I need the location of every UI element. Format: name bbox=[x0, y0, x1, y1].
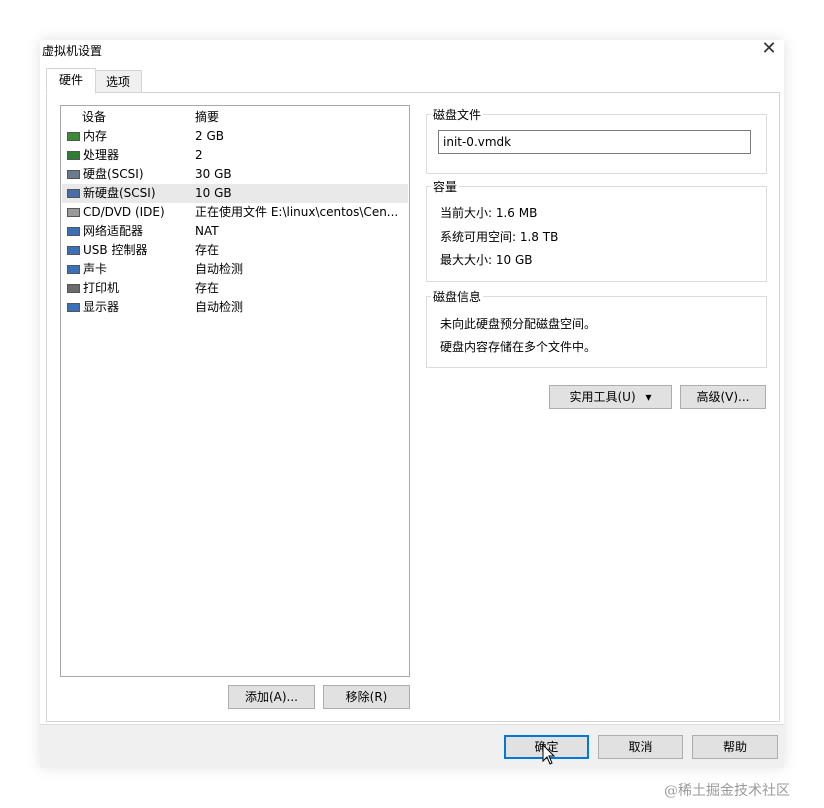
utilities-label: 实用工具(U) bbox=[569, 390, 636, 404]
sound-card-icon bbox=[67, 265, 80, 274]
max-size-text: 最大大小: 10 GB bbox=[440, 253, 533, 267]
device-summary: 2 bbox=[195, 148, 203, 162]
device-summary: 自动检测 bbox=[195, 262, 244, 276]
disk-file-label: 磁盘文件 bbox=[431, 106, 484, 123]
advanced-button[interactable]: 高级(V)... bbox=[680, 385, 766, 409]
device-row[interactable]: CD/DVD (IDE) 正在使用文件 E:\linux\centos\Cen..… bbox=[62, 203, 408, 222]
column-header-summary[interactable]: 摘要 bbox=[195, 108, 219, 126]
capacity-label: 容量 bbox=[431, 178, 460, 195]
usb-icon bbox=[67, 246, 80, 255]
device-name: USB 控制器 bbox=[83, 243, 148, 257]
processor-icon bbox=[67, 151, 80, 160]
device-summary: 10 GB bbox=[195, 186, 232, 200]
close-icon[interactable]: ✕ bbox=[756, 38, 782, 60]
watermark-text: @稀土掘金技术社区 bbox=[664, 783, 790, 799]
tab-options[interactable]: 选项 bbox=[94, 70, 142, 94]
memory-icon bbox=[67, 132, 80, 141]
current-size-text: 当前大小: 1.6 MB bbox=[440, 206, 538, 220]
disk-info-line-1: 未向此硬盘预分配磁盘空间。 bbox=[440, 317, 597, 331]
printer-icon bbox=[67, 284, 80, 293]
device-summary: 正在使用文件 E:\linux\centos\Cen... bbox=[195, 205, 399, 219]
disk-info-label: 磁盘信息 bbox=[431, 288, 484, 305]
device-summary: 自动检测 bbox=[195, 300, 244, 314]
disk-info-group: 磁盘信息 bbox=[426, 288, 767, 368]
device-name: 新硬盘(SCSI) bbox=[83, 186, 156, 200]
device-list[interactable]: 设备 摘要 内存 2 GB 处理器 2 硬盘(SCSI) 30 GB 新硬盘(SCSI) 10… bbox=[60, 105, 410, 677]
device-summary: 2 GB bbox=[195, 129, 224, 143]
device-summary: 存在 bbox=[195, 243, 220, 257]
disk-file-input[interactable]: init-0.vmdk bbox=[438, 130, 751, 154]
utilities-dropdown-button[interactable]: 实用工具(U) ▾ bbox=[549, 385, 672, 409]
device-name: 硬盘(SCSI) bbox=[83, 167, 144, 181]
disk-info-line-2: 硬盘内容存储在多个文件中。 bbox=[440, 340, 597, 354]
device-row[interactable]: USB 控制器 存在 bbox=[62, 241, 408, 260]
device-name: CD/DVD (IDE) bbox=[83, 205, 165, 219]
title-bar: 虚拟机设置 ✕ bbox=[40, 38, 784, 62]
device-row[interactable]: 显示器 自动检测 bbox=[62, 298, 408, 317]
device-row[interactable]: 处理器 2 bbox=[62, 146, 408, 165]
tab-hardware[interactable]: 硬件 bbox=[46, 68, 96, 94]
device-summary: 存在 bbox=[195, 281, 220, 295]
vm-settings-dialog: 虚拟机设置 ✕ 硬件 选项 设备 摘要 内存 2 GB 处理器 2 硬盘(SCSI) 30… bbox=[40, 38, 784, 768]
device-name: 处理器 bbox=[83, 148, 120, 162]
hard-disk-icon bbox=[67, 189, 80, 198]
column-header-device[interactable]: 设备 bbox=[82, 108, 106, 126]
network-adapter-icon bbox=[67, 227, 80, 236]
device-row[interactable]: 新硬盘(SCSI) 10 GB bbox=[62, 184, 408, 203]
system-free-space-text: 系统可用空间: 1.8 TB bbox=[440, 230, 559, 244]
device-summary: NAT bbox=[195, 224, 219, 238]
device-row[interactable]: 网络适配器 NAT bbox=[62, 222, 408, 241]
window-title: 虚拟机设置 bbox=[42, 44, 103, 58]
hard-disk-icon bbox=[67, 170, 80, 179]
add-device-button[interactable]: 添加(A)... bbox=[228, 685, 315, 709]
remove-device-button[interactable]: 移除(R) bbox=[323, 685, 410, 709]
device-name: 声卡 bbox=[83, 262, 108, 276]
cd-dvd-icon bbox=[67, 208, 80, 217]
chevron-down-icon: ▾ bbox=[645, 390, 652, 404]
device-row[interactable]: 打印机 存在 bbox=[62, 279, 408, 298]
device-name: 内存 bbox=[83, 129, 108, 143]
device-row[interactable]: 声卡 自动检测 bbox=[62, 260, 408, 279]
cancel-button[interactable]: 取消 bbox=[598, 735, 683, 759]
device-summary: 30 GB bbox=[195, 167, 232, 181]
device-name: 打印机 bbox=[83, 281, 120, 295]
mouse-cursor-icon bbox=[542, 744, 556, 765]
device-name: 显示器 bbox=[83, 300, 120, 314]
device-row[interactable]: 内存 2 GB bbox=[62, 127, 408, 146]
help-button[interactable]: 帮助 bbox=[692, 735, 778, 759]
monitor-icon bbox=[67, 303, 80, 312]
device-row[interactable]: 硬盘(SCSI) 30 GB bbox=[62, 165, 408, 184]
device-name: 网络适配器 bbox=[83, 224, 144, 238]
